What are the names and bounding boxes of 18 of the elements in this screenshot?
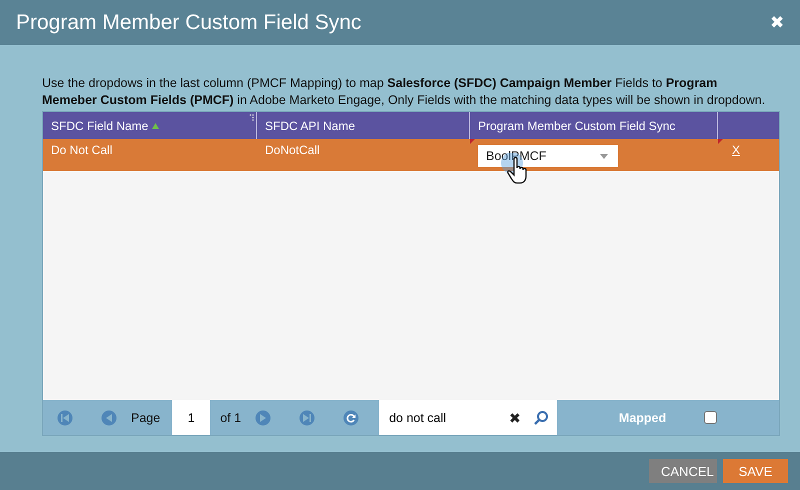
sort-arrow-icon	[152, 122, 160, 128]
cancel-button[interactable]: CANCEL	[649, 459, 717, 483]
clear-button[interactable]: ✖	[509, 410, 534, 426]
page-input[interactable]: 1	[172, 400, 210, 435]
table-cell-text: Do Not Call	[50, 142, 114, 159]
caret-icon	[600, 154, 608, 158]
mapped-label: Mapped	[618, 410, 666, 424]
search-icon[interactable]	[533, 410, 550, 426]
table-cell-text: DoNotCall	[264, 142, 321, 159]
close-button[interactable]: ✖	[770, 12, 784, 33]
mapped-checkbox[interactable]	[704, 411, 718, 424]
search-field[interactable]: do not call ✖	[379, 400, 558, 435]
page-label: Page	[131, 410, 160, 424]
page-count: of 1	[220, 410, 242, 424]
resize-grip-icon[interactable]	[247, 114, 254, 121]
instructions-text: Use the dropdows in the last column (PMCF Mapping) to map Salesforce (SFDC) Campaign Member Fields to Program Memeber Custom Fields (PMCF) in Adobe Marketo Engage, Only Fields with the matching data types will be shown in dropdown.	[42, 75, 766, 109]
window-title: Program Member Custom Field Sync	[16, 10, 362, 34]
refresh-button[interactable]	[343, 410, 360, 426]
